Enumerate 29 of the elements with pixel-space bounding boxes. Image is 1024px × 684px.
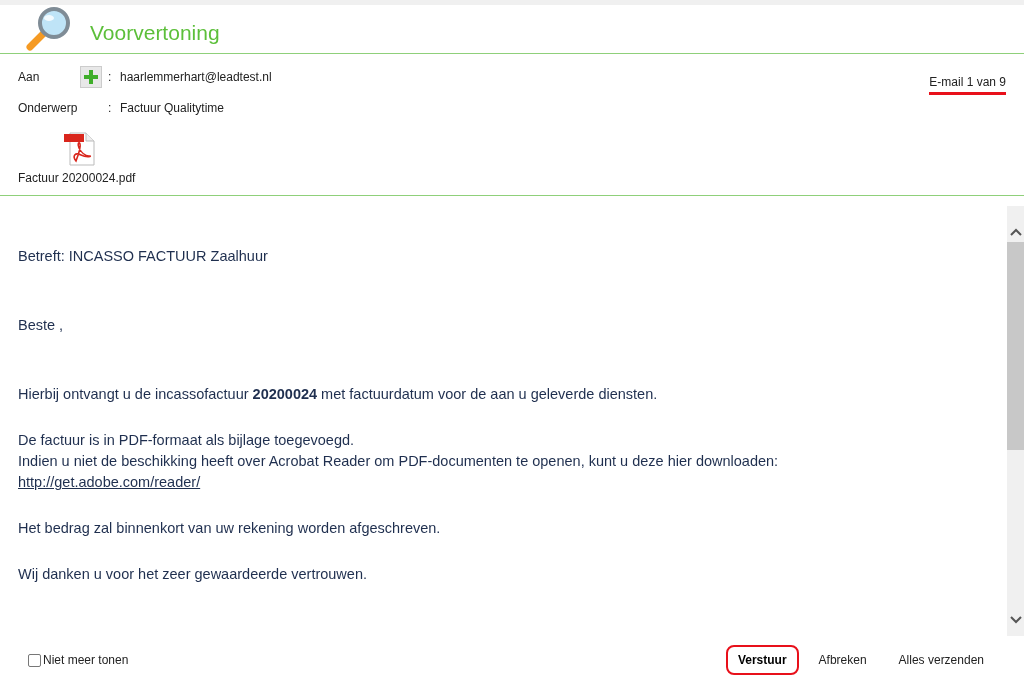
checkbox[interactable]: [28, 653, 41, 667]
plus-icon: [84, 70, 98, 84]
email-counter: E-mail 1 van 9: [929, 75, 1006, 95]
window-title: Voorvertoning: [90, 19, 220, 46]
checkbox-label: Niet meer tonen: [43, 652, 129, 669]
attachment-name[interactable]: Factuur 20200024.pdf: [18, 169, 136, 187]
body-paragraph: Hierbij ontvangt u de incassofactuur 20200024 met factuurdatum voor de aan u geleverde diensten.: [18, 385, 659, 404]
dialog-button[interactable]: Alles verzenden: [886, 645, 996, 675]
scroll-up-icon[interactable]: [1009, 228, 1022, 236]
field-separator: :: [107, 100, 113, 117]
field-value: Factuur Qualitytime: [120, 100, 225, 117]
add-recipient-button[interactable]: [80, 66, 102, 88]
body-paragraph: Beste ,: [18, 316, 65, 335]
field-separator: :: [107, 69, 113, 86]
body-paragraph: Wij danken u voor het zeer gewaardeerde vertrouwen.: [18, 565, 368, 584]
field-label: Aan: [18, 69, 41, 86]
scroll-down-icon[interactable]: [1009, 616, 1022, 624]
scrollbar-thumb[interactable]: [1007, 242, 1024, 450]
field-label: Onderwerp: [18, 100, 79, 117]
pdf-file-icon[interactable]: [62, 131, 98, 167]
body-paragraph: Betreft: INCASSO FACTUUR Zaalhuur: [18, 247, 269, 266]
body-paragraph: Indien u niet de beschikking heeft over Acrobat Reader om PDF-documenten te openen, kunt u deze hier downloaden:: [18, 452, 780, 471]
download-link[interactable]: http://get.adobe.com/reader/: [18, 472, 201, 493]
field-value: haarlemmerhart@leadtest.nl: [120, 69, 272, 86]
scrollbar[interactable]: [1007, 206, 1024, 636]
dialog-button[interactable]: Verstuur: [725, 645, 799, 675]
body-paragraph: Het bedrag zal binnenkort van uw rekening worden afgeschreven.: [18, 519, 442, 538]
dialog-button[interactable]: Afbreken: [806, 645, 879, 675]
body-paragraph: De factuur is in PDF-formaat als bijlage toegevoegd.: [18, 431, 356, 450]
